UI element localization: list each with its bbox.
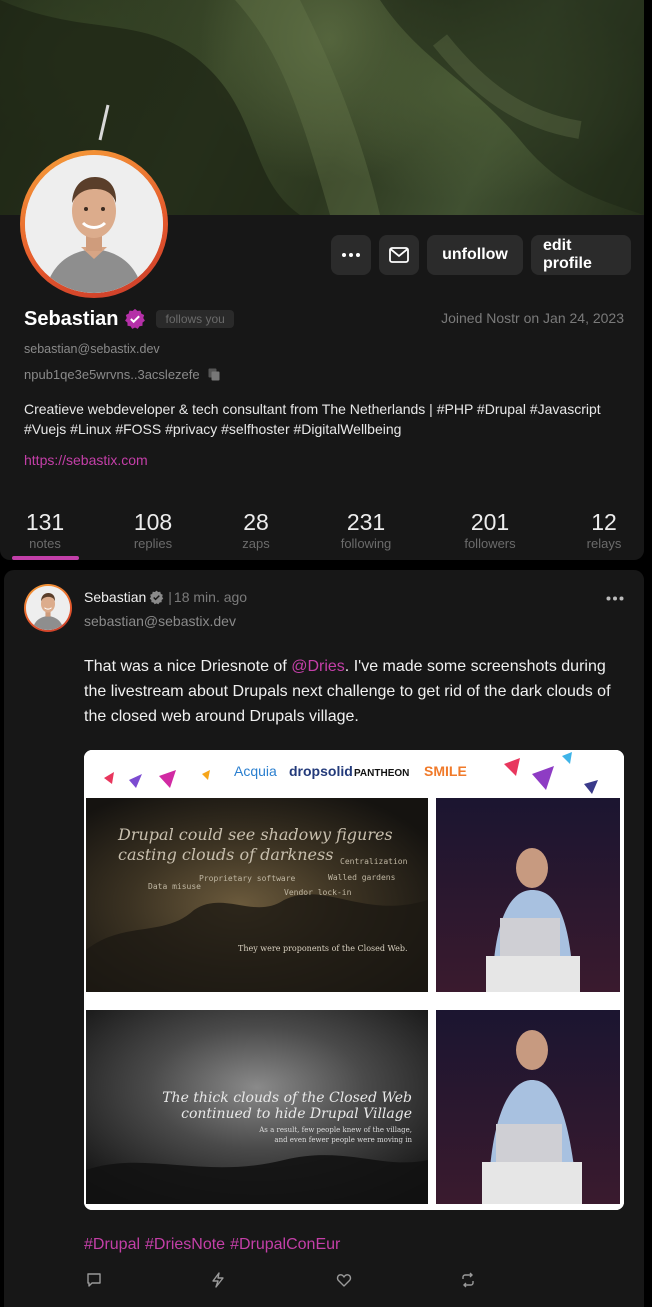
stat-label: followers bbox=[464, 536, 516, 551]
note-menu-button[interactable] bbox=[606, 588, 624, 606]
stat-label: relays bbox=[586, 536, 622, 551]
active-tab-indicator bbox=[12, 556, 79, 560]
verified-badge-icon bbox=[150, 590, 164, 604]
stat-value: 231 bbox=[346, 509, 386, 535]
edit-profile-button[interactable]: edit profile bbox=[531, 235, 631, 275]
stat-value: 108 bbox=[133, 509, 173, 535]
follows-you-badge: follows you bbox=[156, 310, 234, 328]
note-image[interactable]: Acquia dropsolid PANTHEON SMILE Drupal c… bbox=[84, 750, 624, 1210]
note-author-avatar[interactable] bbox=[24, 584, 72, 632]
note-timestamp[interactable]: 18 min. ago bbox=[174, 589, 247, 605]
slide2-caption: and even fewer people were moving in bbox=[274, 1136, 412, 1144]
copy-icon[interactable] bbox=[208, 368, 220, 381]
slide1-word: Centralization bbox=[340, 857, 408, 866]
stat-value: 12 bbox=[591, 509, 617, 535]
stat-label: following bbox=[340, 536, 392, 551]
note-text-part: That was a nice Driesnote of bbox=[84, 658, 292, 675]
note-author-nip05: sebastian@sebastix.dev bbox=[84, 613, 236, 629]
profile-card: unfollow edit profile Sebastian follows … bbox=[0, 0, 644, 560]
zap-icon[interactable] bbox=[210, 1272, 226, 1288]
npub-row: npub1qe3e5wrvns..3acslezefe bbox=[24, 367, 220, 382]
stat-notes[interactable]: 131 notes bbox=[14, 508, 76, 552]
livestream-screenshot-image: Acquia dropsolid PANTHEON SMILE Drupal c… bbox=[84, 750, 624, 1210]
sponsor-dropsolid: dropsolid bbox=[289, 763, 353, 779]
sponsor-acquia: Acquia bbox=[234, 763, 277, 779]
mention-link[interactable]: @Dries bbox=[291, 658, 345, 675]
avatar-image bbox=[26, 586, 70, 630]
profile-avatar[interactable] bbox=[20, 150, 168, 298]
stat-value: 131 bbox=[25, 509, 65, 535]
note-separator: | bbox=[168, 589, 172, 605]
note-author-name[interactable]: Sebastian bbox=[84, 589, 146, 605]
stat-value: 28 bbox=[243, 509, 269, 535]
envelope-icon bbox=[389, 247, 409, 263]
note-card: Sebastian | 18 min. ago sebastian@sebast… bbox=[4, 570, 644, 1307]
profile-name-row: Sebastian follows you bbox=[24, 305, 234, 333]
unfollow-button[interactable]: unfollow bbox=[427, 235, 523, 275]
note-content: That was a nice Driesnote of @Dries. I'v… bbox=[84, 654, 629, 729]
profile-bio: Creatieve webdeveloper & tech consultant… bbox=[24, 401, 601, 437]
slide2-caption: As a result, few people knew of the vill… bbox=[258, 1126, 412, 1134]
hashtag-link[interactable]: #DrupalConEur bbox=[230, 1236, 340, 1254]
sponsor-pantheon: PANTHEON bbox=[354, 768, 409, 779]
slide1-word: Vendor lock-in bbox=[284, 888, 352, 897]
stat-label: notes bbox=[29, 536, 61, 551]
joined-date: Joined Nostr on Jan 24, 2023 bbox=[441, 310, 624, 326]
slide1-word: Data misuse bbox=[148, 882, 201, 891]
stat-replies[interactable]: 108 replies bbox=[120, 508, 186, 552]
slide2-title: continued to hide Drupal Village bbox=[181, 1106, 412, 1122]
npub-text: npub1qe3e5wrvns..3acslezefe bbox=[24, 367, 200, 382]
like-icon[interactable] bbox=[336, 1272, 352, 1288]
verified-badge-icon bbox=[125, 308, 146, 329]
profile-actions: unfollow edit profile bbox=[331, 235, 631, 275]
stat-relays[interactable]: 12 relays bbox=[578, 508, 630, 552]
stat-following[interactable]: 231 following bbox=[330, 508, 402, 552]
stat-label: replies bbox=[133, 536, 173, 551]
avatar-image bbox=[25, 155, 163, 293]
note-actions bbox=[84, 1272, 484, 1294]
sponsor-smile: SMILE bbox=[424, 763, 467, 779]
stat-zaps[interactable]: 28 zaps bbox=[228, 508, 284, 552]
slide1-caption: They were proponents of the Closed Web. bbox=[238, 944, 408, 953]
hashtag-link[interactable]: #DriesNote bbox=[145, 1236, 225, 1254]
slide1-title: Drupal could see shadowy figures bbox=[117, 825, 393, 844]
message-button[interactable] bbox=[379, 235, 419, 275]
ellipsis-icon bbox=[342, 253, 360, 257]
note-header: Sebastian | 18 min. ago bbox=[84, 589, 247, 605]
profile-stats: 131 notes 108 replies 28 zaps 231 follow… bbox=[0, 508, 644, 560]
ellipsis-icon bbox=[606, 596, 624, 601]
more-options-button[interactable] bbox=[331, 235, 371, 275]
hashtag-link[interactable]: #Drupal bbox=[84, 1236, 140, 1254]
stat-followers[interactable]: 201 followers bbox=[452, 508, 528, 552]
profile-name: Sebastian bbox=[24, 307, 119, 330]
slide1-word: Walled gardens bbox=[328, 873, 396, 882]
slide1-word: Proprietary software bbox=[199, 874, 296, 883]
slide1-title: casting clouds of darkness bbox=[118, 845, 333, 864]
profile-website-link[interactable]: https://sebastix.com bbox=[24, 452, 148, 468]
profile-nip05: sebastian@sebastix.dev bbox=[24, 342, 160, 356]
repost-icon[interactable] bbox=[460, 1272, 476, 1288]
slide2-title: The thick clouds of the Closed Web bbox=[162, 1090, 412, 1106]
reply-icon[interactable] bbox=[86, 1272, 102, 1288]
note-hashtags: #Drupal #DriesNote #DrupalConEur bbox=[84, 1236, 340, 1254]
stat-label: zaps bbox=[242, 536, 270, 551]
stat-value: 201 bbox=[470, 509, 510, 535]
